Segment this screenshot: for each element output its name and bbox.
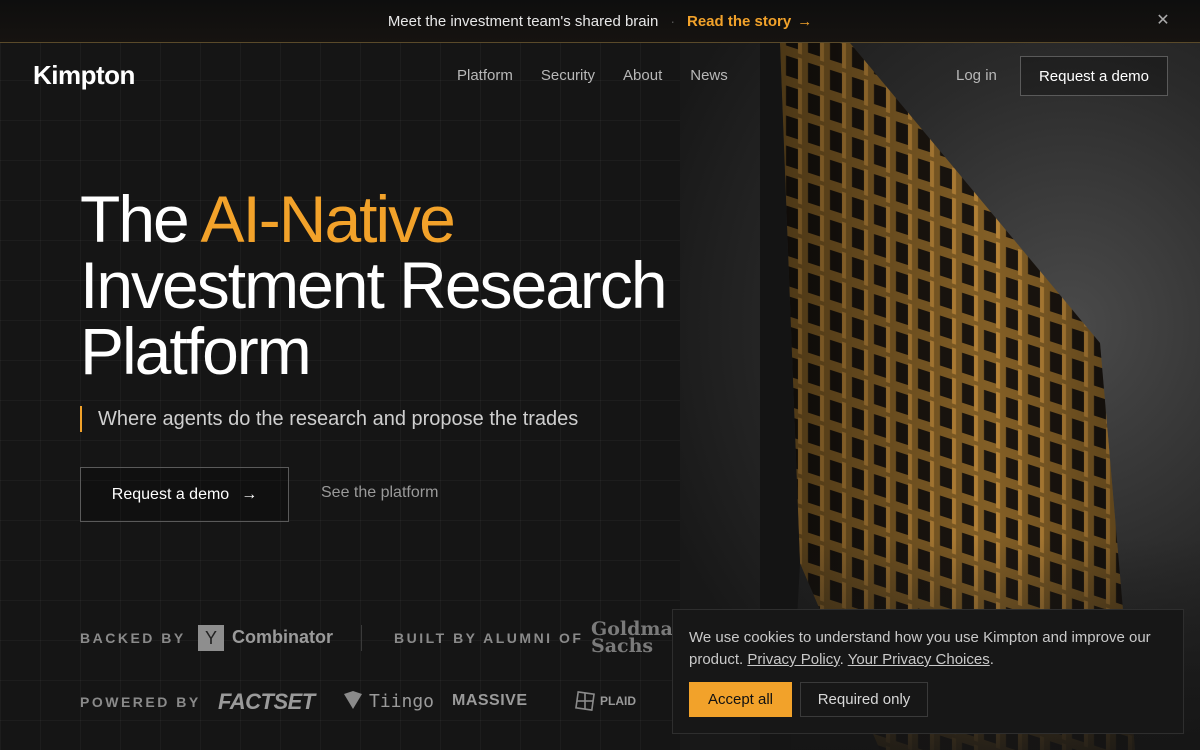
- cookie-banner: We use cookies to understand how you use…: [672, 609, 1184, 734]
- alumni-label: BUILT BY ALUMNI OF: [394, 630, 584, 646]
- see-platform-link[interactable]: See the platform: [321, 484, 438, 502]
- hero-title-prefix: The: [80, 182, 190, 256]
- plaid-logo: PLAID: [600, 694, 636, 708]
- hero-title-accent: AI-Native: [200, 182, 455, 256]
- nav-item-about[interactable]: About: [623, 67, 662, 84]
- required-only-button[interactable]: Required only: [800, 682, 928, 717]
- arrow-right-icon: →: [241, 485, 258, 503]
- powered-by-label: POWERED BY: [80, 694, 201, 710]
- backed-by-label: BACKED BY: [80, 630, 186, 646]
- factset-logo: FACTSET: [218, 689, 315, 714]
- nav-item-news[interactable]: News: [690, 67, 728, 84]
- nav-item-platform[interactable]: Platform: [457, 67, 513, 84]
- massive-logo: MASSIVE: [452, 692, 528, 709]
- read-story-label: Read the story: [686, 12, 792, 30]
- nav-menu: Platform Security About News: [457, 67, 728, 84]
- y-combinator-name: Combinator: [232, 627, 333, 647]
- top-nav: Kimpton Platform Security About News Log…: [0, 43, 1200, 109]
- kimpton-logo[interactable]: Kimpton: [33, 60, 135, 91]
- request-demo-button[interactable]: Request a demo →: [80, 467, 289, 522]
- hero-subtitle: Where agents do the research and propose…: [80, 406, 578, 432]
- accept-all-button[interactable]: Accept all: [689, 682, 792, 717]
- privacy-policy-link[interactable]: Privacy Policy: [747, 651, 839, 668]
- hero-title-line2: Investment Research: [80, 248, 668, 322]
- hero-title: The AI-Native Investment Research Platfo…: [80, 186, 668, 384]
- tiingo-logo: Tiingo: [369, 691, 435, 712]
- nav-item-security[interactable]: Security: [541, 67, 595, 84]
- cookie-text: We use cookies to understand how you use…: [689, 629, 1151, 668]
- privacy-choices-link[interactable]: Your Privacy Choices: [848, 651, 990, 668]
- hero-title-line3: Platform: [80, 314, 312, 388]
- plaid-icon: [575, 691, 595, 711]
- read-story-link[interactable]: Read the story →: [687, 13, 812, 30]
- announcement-bar: Meet the investment team's shared brain …: [0, 0, 1200, 43]
- tiingo-icon: [344, 691, 362, 709]
- announcement-separator: ·: [670, 13, 675, 29]
- announcement-message: Meet the investment team's shared brain: [387, 12, 659, 30]
- y-combinator-icon: Y: [198, 625, 224, 651]
- close-icon[interactable]: ✕: [1154, 12, 1172, 30]
- login-link[interactable]: Log in: [956, 67, 997, 84]
- arrow-right-icon: →: [797, 12, 813, 30]
- logo-divider: [361, 625, 362, 651]
- request-demo-label: Request a demo: [111, 485, 230, 503]
- request-demo-nav-button[interactable]: Request a demo: [1020, 56, 1168, 96]
